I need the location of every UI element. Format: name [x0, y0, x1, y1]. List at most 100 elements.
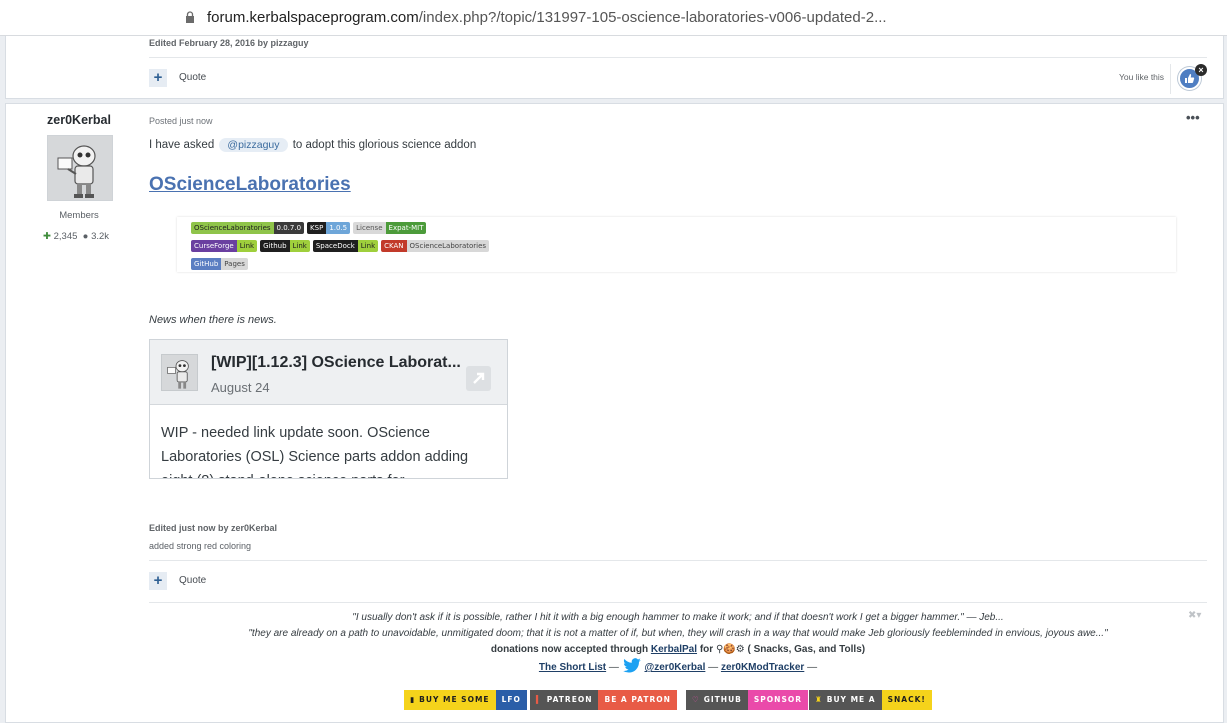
- status-badge[interactable]: License Expat-MIT: [353, 222, 427, 234]
- badge-row: CurseForge Link Github Link SpaceDock Link CKA…: [191, 240, 490, 252]
- like-status: You like this: [1119, 72, 1165, 82]
- kerbalpal-link[interactable]: KerbalPal: [651, 644, 697, 655]
- patreon-left: ▍ PATREON: [530, 690, 599, 710]
- news-text: News when there is news.: [149, 314, 277, 326]
- separator: —: [708, 662, 719, 673]
- buy-me-snack-button[interactable]: ♜ BUY ME A SNACK!: [809, 690, 932, 710]
- author-name[interactable]: zer0Kerbal: [6, 113, 152, 127]
- snack-icon: ♜: [815, 695, 823, 704]
- post-count: 3.2k: [91, 231, 110, 242]
- bmc-left-label: BUY ME SOME: [419, 695, 490, 704]
- github-left: ♡ GITHUB: [686, 690, 748, 710]
- links-line: The Short List — @zer0Kerbal — zer0KModT…: [149, 658, 1207, 674]
- edit-reason: added strong red coloring: [149, 541, 252, 551]
- multiquote-button[interactable]: +: [149, 572, 167, 590]
- divider: [1170, 64, 1171, 94]
- badge-label: SpaceDock: [312, 240, 358, 252]
- status-badge[interactable]: Github Link: [260, 240, 310, 252]
- badge-value: Link: [289, 240, 310, 252]
- bmc-right-label: LFO: [495, 690, 527, 710]
- buy-me-lfo-button[interactable]: ▮ BUY ME SOME LFO: [404, 690, 527, 710]
- external-link-icon[interactable]: [466, 366, 491, 391]
- intro-text: I have asked: [149, 139, 215, 151]
- remove-like-icon[interactable]: ×: [1195, 64, 1207, 76]
- twitter-link[interactable]: @zer0Kerbal: [644, 662, 705, 673]
- donations-text: donations now accepted through: [490, 644, 649, 655]
- donations-line: donations now accepted through KerbalPal…: [149, 642, 1207, 658]
- reputation-count: 2,345: [53, 231, 78, 242]
- author-group: Members: [59, 210, 99, 221]
- status-badge[interactable]: KSP 1.0.5: [307, 222, 351, 234]
- badge-value: Expat-MIT: [385, 222, 427, 234]
- bmc-left: ▮ BUY ME SOME: [404, 690, 496, 710]
- github-sponsor-button[interactable]: ♡ GITHUB SPONSOR: [686, 690, 808, 710]
- user-mention[interactable]: @pizzaguy: [219, 138, 288, 152]
- separator: —: [807, 662, 818, 673]
- signature-quote-2: "they are already on a path to unavoidab…: [248, 628, 1108, 639]
- status-badge[interactable]: CKAN OScienceLaboratories: [381, 240, 490, 252]
- addon-title-box: OScienceLaboratories: [149, 171, 1205, 201]
- badge-row: GitHub Pages: [191, 258, 248, 270]
- avatar-image: [162, 355, 197, 390]
- post-intro: I have asked @pizzaguy to adopt this glo…: [149, 138, 476, 152]
- posted-time[interactable]: Posted just now: [149, 116, 213, 126]
- embedded-topic-card[interactable]: [WIP][1.12.3] OScience Laborat... August…: [149, 339, 508, 479]
- previous-post: Edited February 28, 2016 by pizzaguy + Q…: [5, 36, 1224, 99]
- coffee-icon: ▮: [410, 695, 416, 704]
- patreon-icon: ▍: [536, 695, 543, 704]
- hide-signature-icon[interactable]: ✖▾: [1188, 610, 1201, 621]
- forum-post: zer0Kerbal Members ✚ 2,345 ● 3.2k Posted…: [5, 103, 1224, 723]
- short-list-link[interactable]: The Short List: [539, 662, 606, 673]
- modtracker-link[interactable]: zer0KModTracker: [721, 662, 804, 673]
- github-right-label: SPONSOR: [747, 690, 808, 710]
- reputation-icon: ✚: [43, 231, 51, 242]
- patreon-left-label: PATREON: [546, 695, 593, 704]
- github-left-label: GITHUB: [703, 695, 742, 704]
- status-badge[interactable]: GitHub Pages: [191, 258, 248, 270]
- heart-icon: ♡: [692, 695, 700, 704]
- patreon-right-label: BE A PATRON: [598, 690, 677, 710]
- for-text: for: [699, 644, 714, 655]
- edited-note: Edited just now by zer0Kerbal: [149, 523, 278, 533]
- more-options-icon[interactable]: •••: [1186, 110, 1200, 125]
- embed-avatar: [161, 354, 198, 391]
- badge-label: Github: [260, 240, 290, 252]
- patreon-button[interactable]: ▍ PATREON BE A PATRON: [530, 690, 677, 710]
- twitter-icon[interactable]: [622, 658, 642, 674]
- embed-date: August 24: [211, 380, 270, 395]
- embed-excerpt: WIP - needed link update soon. OScience …: [161, 425, 469, 478]
- status-badge[interactable]: SpaceDock Link: [312, 240, 379, 252]
- quote-text: "I usually don't ask if it is possible, …: [352, 612, 964, 623]
- url-host: forum.kerbalspaceprogram.com: [207, 9, 419, 26]
- intro-text-end: to adopt this glorious science addon: [292, 139, 477, 151]
- snack-right-label: SNACK!: [881, 690, 932, 710]
- addon-title-link[interactable]: OScienceLaboratories: [149, 174, 351, 196]
- quote-button[interactable]: Quote: [179, 575, 206, 586]
- address-field[interactable]: forum.kerbalspaceprogram.com/index.php?/…: [181, 4, 891, 31]
- badge-value: 0.0.7.0: [273, 222, 305, 234]
- badge-value: Pages: [221, 258, 248, 270]
- lock-icon: [186, 11, 194, 23]
- badges-panel: OScienceLaboratories 0.0.7.0 KSP 1.0.5 Licen…: [177, 217, 1176, 272]
- status-badge[interactable]: CurseForge Link: [191, 240, 258, 252]
- browser-url-bar: forum.kerbalspaceprogram.com/index.php?/…: [0, 0, 1227, 36]
- quote-button[interactable]: Quote: [179, 72, 206, 83]
- signature-quote-1: "I usually don't ask if it is possible, …: [149, 610, 1207, 626]
- status-badge[interactable]: OScienceLaboratories 0.0.7.0: [191, 222, 305, 234]
- divider: [149, 602, 1207, 603]
- embed-title[interactable]: [WIP][1.12.3] OScience Laborat...: [211, 354, 461, 372]
- badge-row: OScienceLaboratories 0.0.7.0 KSP 1.0.5 Licen…: [191, 222, 427, 234]
- snack-left-label: BUY ME A: [826, 695, 876, 704]
- badge-label: GitHub: [191, 258, 222, 270]
- multiquote-button[interactable]: +: [149, 69, 167, 87]
- url-path: /index.php?/topic/131997-105-oscience-la…: [418, 9, 887, 26]
- snack-left: ♜ BUY ME A: [809, 690, 882, 710]
- avatar-image: [48, 136, 112, 200]
- edited-note: Edited February 28, 2016 by pizzaguy: [149, 38, 309, 48]
- author-avatar[interactable]: [47, 135, 113, 201]
- badge-value: Link: [357, 240, 379, 252]
- snack-icons: ⚲🍪⚙: [715, 644, 745, 655]
- embed-header: [WIP][1.12.3] OScience Laborat... August…: [150, 340, 507, 405]
- badge-value: OScienceLaboratories: [406, 240, 490, 252]
- comment-icon: ●: [82, 231, 89, 242]
